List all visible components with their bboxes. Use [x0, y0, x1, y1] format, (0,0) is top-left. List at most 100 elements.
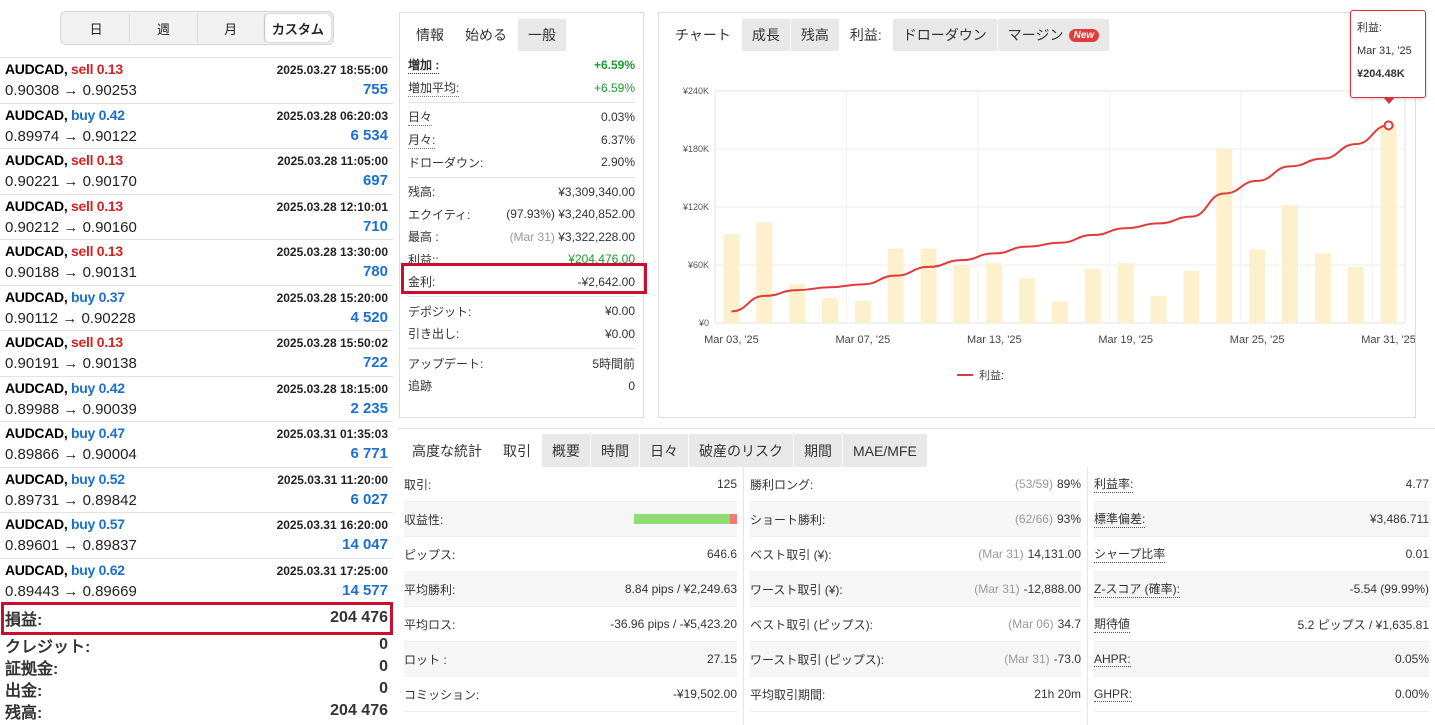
stat-row: AHPR: 0.05%	[1094, 642, 1429, 677]
stat-value: ¥3,486.711	[1370, 512, 1429, 526]
stats-tab-1[interactable]: 始める	[455, 19, 517, 51]
stats-label: 日々	[408, 110, 433, 127]
trade-lots: 0.37	[98, 288, 125, 305]
summary-label: 証拠金:	[5, 661, 59, 678]
legend-label: 利益:	[979, 368, 1004, 382]
period-tab-3[interactable]: カスタム	[264, 14, 331, 42]
trade-side: sell	[71, 334, 94, 350]
trade-row[interactable]: AUDCAD, sell 0.13 2025.03.28 12:10:01 0.90…	[0, 195, 393, 240]
chart-tab-4[interactable]: ドローダウン	[892, 19, 997, 51]
trade-row[interactable]: AUDCAD, buy 0.52 2025.03.31 11:20:00 0.897…	[0, 468, 393, 513]
stat-row: ピップス: 646.6	[404, 537, 737, 572]
trade-symbol: AUDCAD, buy 0.37	[5, 289, 125, 305]
tooltip-label: 利益:	[1357, 22, 1383, 34]
summary-value: 204 476	[330, 609, 388, 626]
stats-value: 2.90%	[601, 155, 635, 169]
stats-tab-2[interactable]: 一般	[518, 19, 566, 51]
trade-list[interactable]: AUDCAD, sell 0.13 2025.03.27 18:55:00 0.90…	[0, 38, 393, 602]
loss-segment	[729, 514, 737, 524]
trade-side: sell	[71, 61, 94, 77]
tooltip-value: ¥204.48K	[1357, 68, 1405, 80]
chart-tab-1[interactable]: 成長	[741, 19, 790, 51]
stats-label: 増加 :	[408, 58, 440, 75]
stats-group: デポジット: ¥0.00 引き出し: ¥0.00	[408, 297, 635, 349]
chart-tab-5[interactable]: マージン New	[997, 19, 1110, 51]
trade-profit: 780	[362, 263, 388, 280]
summary-row: 証拠金: 0	[0, 656, 393, 678]
stat-number: 14,131.00	[1027, 547, 1081, 561]
adv-tab-3[interactable]: 時間	[591, 434, 639, 467]
stat-pre: (62/66)	[1014, 512, 1053, 526]
stat-label: 平均勝利:	[404, 582, 456, 597]
y-tick-label: ¥0	[698, 318, 709, 328]
chart-tab-0[interactable]: チャート	[665, 19, 741, 51]
adv-tab-1[interactable]: 取引	[493, 434, 541, 467]
stat-row: ベスト取引 (¥): (Mar 31) 14,131.00	[750, 537, 1081, 572]
profit-bar	[1052, 301, 1068, 323]
trade-row[interactable]: AUDCAD, buy 0.62 2025.03.31 17:25:00 0.894…	[0, 559, 393, 603]
stat-label: Z-スコア (確率):	[1094, 582, 1180, 598]
trade-lots: 0.52	[98, 470, 125, 487]
stat-value: -¥19,502.00	[673, 687, 737, 701]
profit-bar	[854, 300, 871, 323]
trade-lots: 0.13	[96, 61, 123, 77]
trade-row[interactable]: AUDCAD, buy 0.57 2025.03.31 16:20:00 0.896…	[0, 513, 393, 559]
stats-number: 5時間前	[592, 356, 635, 371]
stats-row: 月々: 6.37%	[408, 129, 635, 152]
stats-tab-0[interactable]: 情報	[406, 19, 454, 51]
open-price: 0.89988	[5, 400, 60, 418]
stat-label: 勝利ロング:	[750, 477, 814, 492]
stats-number: ¥3,322,228.00	[558, 229, 635, 244]
period-tab-0[interactable]: 日	[63, 14, 131, 42]
chart-tab-2[interactable]: 残高	[790, 19, 839, 51]
stats-group: 残高: ¥3,309,340.00 エクイティ: (97.93%) ¥3,240,85…	[408, 178, 635, 297]
open-price: 0.90112	[5, 309, 59, 327]
adv-tab-6[interactable]: 期間	[794, 434, 842, 467]
trade-symbol: AUDCAD, sell 0.13	[5, 61, 123, 77]
trade-row[interactable]: AUDCAD, sell 0.13 2025.03.28 11:05:00 0.90…	[0, 149, 393, 195]
trade-time: 2025.03.31 11:20:00	[277, 472, 388, 487]
stat-row: ワースト取引 (ピップス): (Mar 31) -73.0	[750, 642, 1081, 677]
trade-row[interactable]: AUDCAD, sell 0.13 2025.03.27 18:55:00 0.90…	[0, 58, 393, 104]
adv-tab-5[interactable]: 破産のリスク	[689, 434, 793, 467]
trade-side: sell	[71, 152, 94, 168]
trade-prices: 0.89974 → 0.90122	[5, 128, 137, 145]
profit-chart[interactable]: ¥0 ¥60K ¥120K ¥180K ¥240K Mar 03, '25 Mar 07, …	[659, 51, 1415, 417]
trade-profit: 2 235	[350, 399, 388, 417]
stat-value: 646.6	[707, 547, 737, 561]
trade-row[interactable]: AUDCAD, sell 0.13 2025.03.28 15:50:02 0.90…	[0, 331, 393, 377]
trade-lots: 0.13	[96, 243, 123, 259]
stats-row: 金利: -¥2,642.00	[408, 271, 635, 294]
adv-tab-4[interactable]: 日々	[640, 434, 688, 467]
chart-tab-3[interactable]: 利益:	[839, 19, 892, 51]
arrow-icon: →	[63, 537, 79, 554]
stats-value: -¥2,642.00	[578, 275, 635, 289]
profit-bar	[1347, 266, 1364, 323]
trade-row[interactable]: AUDCAD, buy 0.42 2025.03.28 06:20:03 0.899…	[0, 104, 393, 149]
stat-row: 平均ロス: -36.96 pips / -¥5,423.20	[404, 607, 737, 642]
period-tab-1[interactable]: 週	[130, 14, 198, 42]
close-price: 0.89837	[82, 537, 137, 554]
adv-tab-2[interactable]: 概要	[542, 434, 590, 467]
trade-prices: 0.90112 → 0.90228	[5, 310, 136, 327]
tooltip-date: Mar 31, '25	[1357, 45, 1412, 57]
arrow-icon: →	[63, 82, 79, 99]
period-tab-2[interactable]: 月	[198, 14, 265, 42]
adv-tab-7[interactable]: MAE/MFE	[843, 434, 927, 467]
adv-tab-0[interactable]: 高度な統計	[402, 434, 492, 467]
trade-time: 2025.03.27 18:55:00	[276, 63, 388, 77]
stats-value: ¥0.00	[605, 304, 635, 318]
stat-value: 125	[717, 477, 737, 491]
stats-row: 増加平均: +6.59%	[408, 77, 635, 100]
trade-row[interactable]: AUDCAD, buy 0.37 2025.03.28 15:20:00 0.901…	[0, 286, 393, 331]
trade-time: 2025.03.28 18:15:00	[276, 381, 388, 396]
stat-value: 27.15	[707, 652, 737, 666]
trade-time: 2025.03.28 12:10:01	[276, 199, 388, 214]
close-price: 0.90170	[82, 173, 137, 190]
stats-value: +6.59%	[594, 58, 635, 72]
stats-number: -¥2,642.00	[577, 274, 635, 289]
trade-row[interactable]: AUDCAD, buy 0.42 2025.03.28 18:15:00 0.899…	[0, 377, 393, 422]
trade-row[interactable]: AUDCAD, sell 0.13 2025.03.28 13:30:00 0.90…	[0, 240, 393, 286]
trade-row[interactable]: AUDCAD, buy 0.47 2025.03.31 01:35:03 0.898…	[0, 422, 393, 468]
trade-profit: 755	[362, 81, 388, 98]
